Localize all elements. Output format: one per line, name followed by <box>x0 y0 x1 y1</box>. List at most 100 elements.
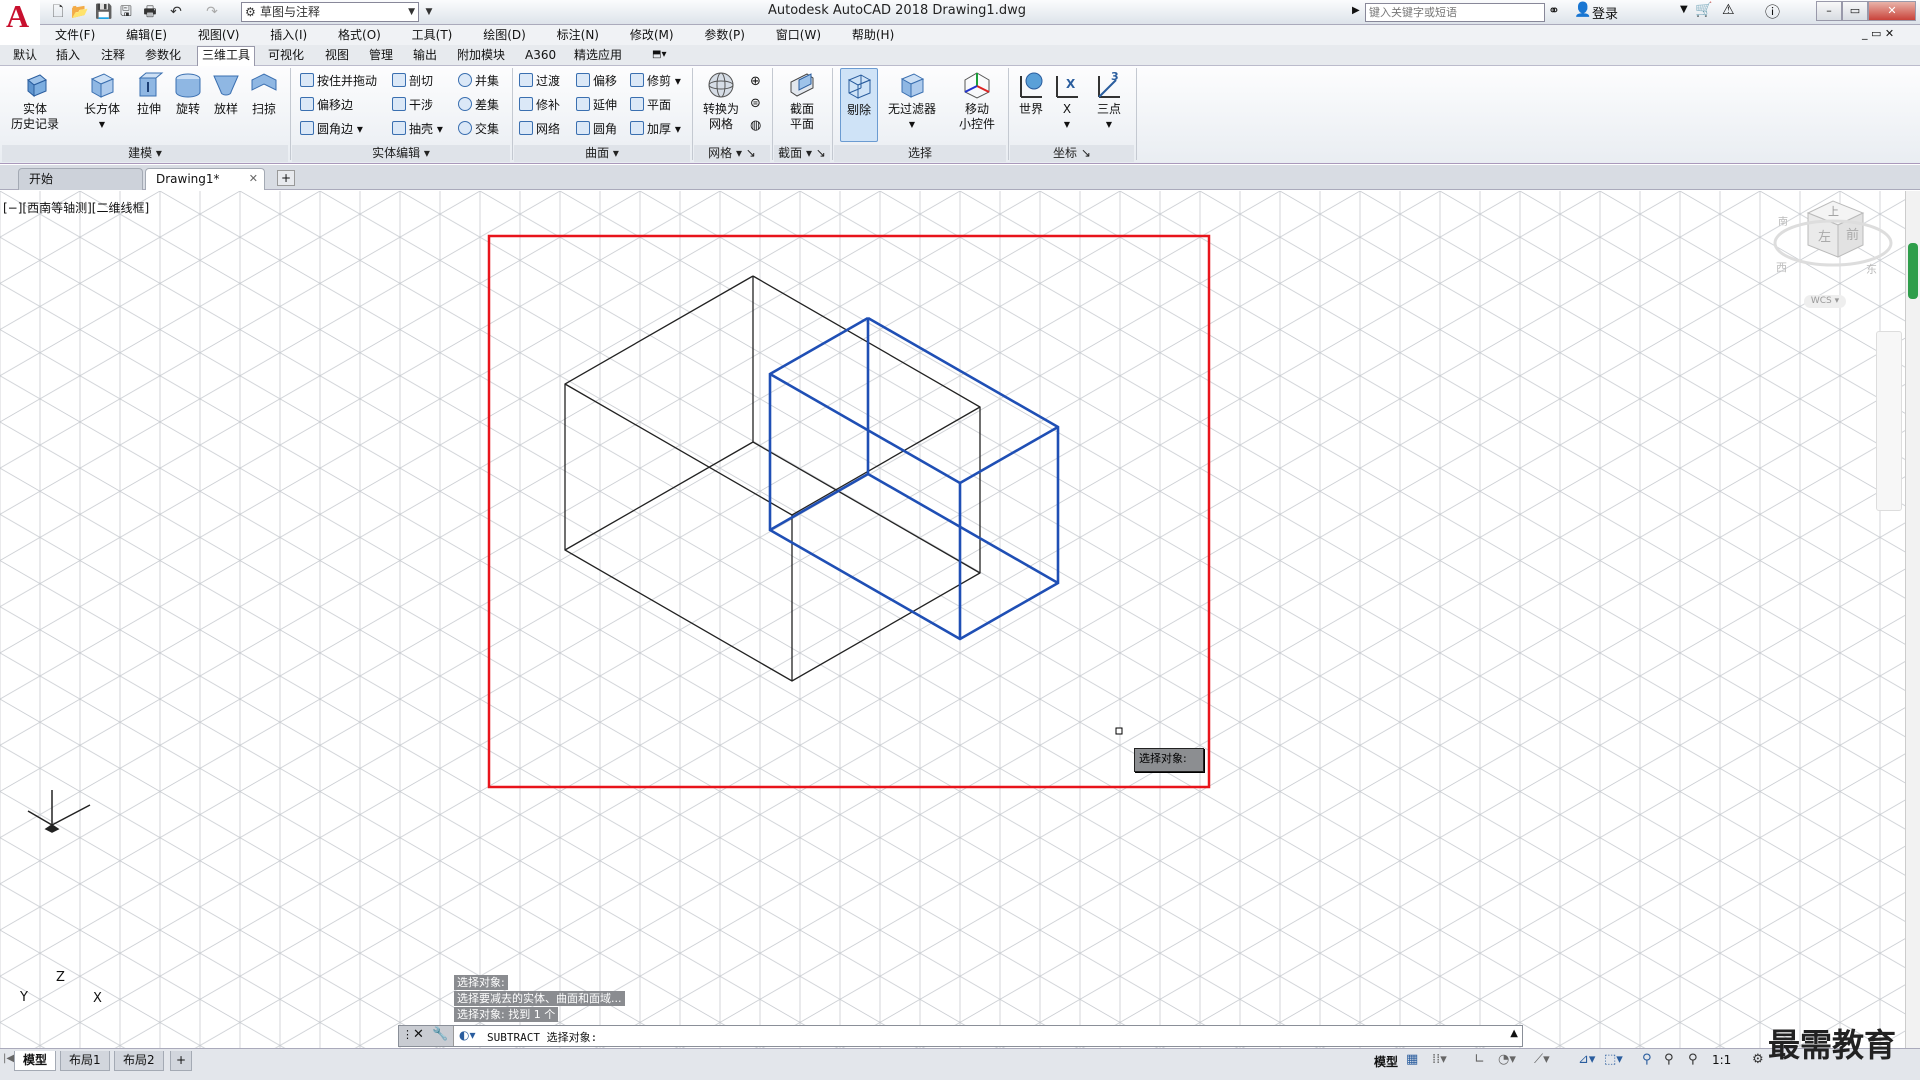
annotation-scale-value[interactable]: 1:1 <box>1712 1053 1731 1067</box>
tab-insert[interactable]: 插入 <box>56 47 80 63</box>
viewcube-front-label[interactable]: 前 <box>1846 224 1859 243</box>
viewcube-left-label[interactable]: 左 <box>1818 226 1831 245</box>
surface-fillet-button[interactable]: 圆角 <box>576 121 617 137</box>
tab-output[interactable]: 输出 <box>413 47 437 63</box>
ortho-icon[interactable]: ∟ <box>1474 1052 1485 1067</box>
tab-visualize[interactable]: 可视化 <box>268 47 304 63</box>
section-panel-title[interactable]: 截面 ▾ ↘ <box>774 145 830 162</box>
object-snap-icon[interactable]: ⊿▾ <box>1578 1052 1595 1067</box>
menu-format[interactable]: 格式(O) <box>338 25 381 45</box>
autocad-logo-icon[interactable]: A <box>0 0 40 34</box>
login-link[interactable]: 登录 <box>1592 3 1618 22</box>
drawing-tab[interactable]: Drawing1* ✕ <box>145 168 265 190</box>
tab-view[interactable]: 视图 <box>325 47 349 63</box>
modeling-panel-title[interactable]: 建模 ▾ <box>2 145 288 162</box>
ucs-3point-button[interactable]: 3 三点 ▼ <box>1092 70 1126 132</box>
redo-icon[interactable]: ↷ <box>203 3 221 21</box>
layout-tab-layout2[interactable]: 布局2 <box>114 1051 164 1071</box>
convert-to-mesh-button[interactable]: 转换为 网格 <box>696 70 746 132</box>
vertical-scrollbar[interactable] <box>1905 191 1920 1048</box>
snap-icon[interactable]: ⁞⁞▾ <box>1432 1052 1447 1067</box>
tab-parametric[interactable]: 参数化 <box>145 47 181 63</box>
viewcube-top-label[interactable]: 上 <box>1828 203 1839 219</box>
tab-featured-apps[interactable]: 精选应用 <box>574 47 622 63</box>
selection-panel-title[interactable]: 选择 <box>834 145 1006 162</box>
menu-modify[interactable]: 修改(M) <box>630 25 674 45</box>
new-file-icon[interactable]: 🗋 <box>49 3 67 21</box>
chevron-up-icon[interactable]: ▲ <box>1510 1028 1518 1039</box>
layout-tab-layout1[interactable]: 布局1 <box>60 1051 110 1071</box>
section-plane-button[interactable]: 截面 平面 <box>778 70 826 132</box>
workspace-select[interactable]: ⚙ 草图与注释 ▼ <box>241 2 419 22</box>
maximize-button[interactable]: ▭ <box>1842 1 1868 21</box>
drawing-minimize-icon[interactable]: _ ▭ ✕ <box>1862 27 1894 40</box>
chevron-down-icon[interactable]: ▼ <box>1680 4 1688 15</box>
command-line[interactable]: ⋮ ✕ 🔧 ◐▾ SUBTRACT 选择对象: ▲ <box>398 1025 1523 1047</box>
open-file-icon[interactable]: 📂 <box>71 3 89 21</box>
drag-handle-icon[interactable]: ⋮ <box>402 1028 413 1041</box>
viewcube-south-label[interactable]: 南 <box>1778 213 1788 228</box>
binoculars-icon[interactable]: ⚭ <box>1548 3 1560 19</box>
help-icon[interactable]: ⓘ <box>1765 1 1780 22</box>
ucs-x-button[interactable]: X X ▼ <box>1052 70 1082 132</box>
print-icon[interactable]: 🖶 <box>141 3 159 21</box>
surface-planar-button[interactable]: 平面 <box>630 97 671 113</box>
user-icon[interactable]: 👤 <box>1574 2 1591 18</box>
layout-tab-model[interactable]: 模型 <box>14 1051 57 1071</box>
sweep-button[interactable]: 扫掠 <box>246 70 282 117</box>
save-icon[interactable]: 💾 <box>95 3 113 21</box>
tab-a360[interactable]: A360 <box>525 47 556 63</box>
surface-network-button[interactable]: 网络 <box>519 121 560 137</box>
new-tab-button[interactable]: + <box>277 170 295 186</box>
viewport-controls-label[interactable]: [−][西南等轴测][二维线框] <box>3 199 149 216</box>
menu-tools[interactable]: 工具(T) <box>412 25 453 45</box>
close-icon[interactable]: ✕ <box>413 1027 424 1042</box>
object-snap-tracking-icon[interactable]: ⬚▾ <box>1604 1052 1623 1067</box>
no-filter-button[interactable]: 无过滤器 ▼ <box>886 70 938 132</box>
add-layout-button[interactable]: + <box>170 1051 193 1071</box>
close-button[interactable]: ✕ <box>1868 1 1916 21</box>
surface-extend-button[interactable]: 延伸 <box>576 97 617 113</box>
viewcube-west-label[interactable]: 西 <box>1776 259 1787 275</box>
annotation-visibility-icon[interactable]: ⚲ <box>1642 1052 1652 1067</box>
union-button[interactable]: 并集 <box>458 73 499 89</box>
subtract-button[interactable]: 差集 <box>458 97 499 113</box>
surface-trim-button[interactable]: 修剪 ▾ <box>630 73 681 89</box>
wcs-menu[interactable]: WCS ▾ <box>1804 295 1846 308</box>
shell-button[interactable]: 抽壳 ▾ <box>392 121 443 137</box>
surface-patch-button[interactable]: 修补 <box>519 97 560 113</box>
menu-help[interactable]: 帮助(H) <box>852 25 894 45</box>
start-tab[interactable]: 开始 <box>18 168 143 190</box>
solid-history-button[interactable]: 实体 历史记录 <box>8 70 62 132</box>
solid-edit-panel-title[interactable]: 实体编辑 ▾ <box>292 145 510 162</box>
gear-icon[interactable]: ⚙ <box>1752 1052 1764 1067</box>
annotation-scale-icon[interactable]: ⚲ <box>1688 1052 1698 1067</box>
coordinates-panel-title[interactable]: 坐标 ↘ <box>1010 145 1134 162</box>
tab-3d-tools[interactable]: 三维工具 <box>197 46 256 66</box>
menu-window[interactable]: 窗口(W) <box>776 25 821 45</box>
thicken-button[interactable]: 加厚 ▾ <box>630 121 681 137</box>
scrollbar-thumb[interactable] <box>1908 243 1918 299</box>
navigation-bar[interactable] <box>1876 331 1902 511</box>
mesh-crease-icon[interactable]: ◍ <box>750 118 761 133</box>
surface-offset-button[interactable]: 偏移 <box>576 73 617 89</box>
mesh-smooth-icon[interactable]: ⊕ <box>750 74 761 89</box>
tab-annotate[interactable]: 注释 <box>101 47 125 63</box>
tab-default[interactable]: 默认 <box>13 47 37 63</box>
slice-button[interactable]: 剖切 <box>392 73 433 89</box>
menu-insert[interactable]: 插入(I) <box>270 25 307 45</box>
undo-icon[interactable]: ↶ <box>167 3 185 21</box>
wrench-icon[interactable]: 🔧 <box>432 1027 448 1042</box>
offset-edge-button[interactable]: 偏移边 <box>300 97 353 113</box>
menu-dimension[interactable]: 标注(N) <box>557 25 599 45</box>
grid-icon[interactable]: ▦ <box>1406 1052 1418 1067</box>
command-prompt-icon[interactable]: ◐▾ <box>459 1028 476 1042</box>
loft-button[interactable]: 放样 <box>208 70 244 117</box>
interfere-button[interactable]: 干涉 <box>392 97 433 113</box>
surface-panel-title[interactable]: 曲面 ▾ <box>514 145 690 162</box>
tab-addins[interactable]: 附加模块 <box>457 47 505 63</box>
extrude-button[interactable]: 拉伸 <box>131 70 167 117</box>
culling-button[interactable]: 剔除 <box>840 68 878 142</box>
minimize-button[interactable]: – <box>1816 1 1842 21</box>
customize-toolbar-icon[interactable]: ▼ <box>420 3 438 21</box>
